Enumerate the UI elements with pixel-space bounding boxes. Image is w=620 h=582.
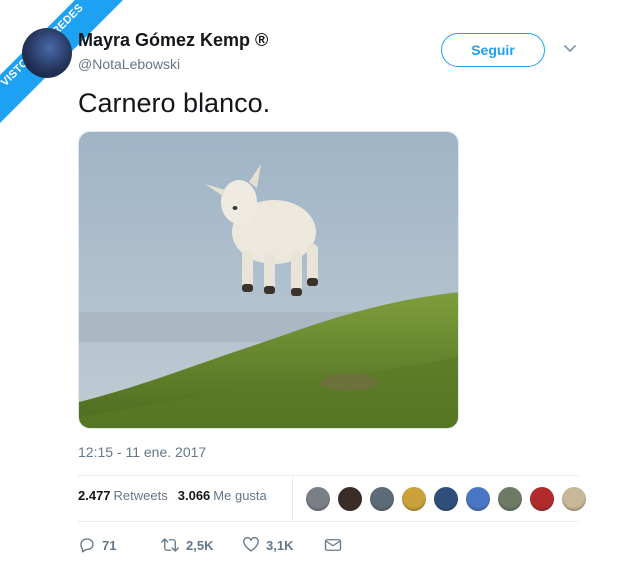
reply-count: 71	[102, 537, 117, 553]
likes-label: Me gusta	[213, 488, 267, 503]
like-action[interactable]: 3,1K	[242, 536, 324, 554]
envelope-icon	[324, 539, 342, 551]
divider-bottom	[78, 521, 579, 522]
retweets-count: 2.477	[78, 488, 111, 503]
lamb-photo	[79, 132, 458, 428]
liker-avatars	[305, 486, 587, 512]
retweet-action[interactable]: 2,5K	[160, 536, 242, 554]
like-count: 3,1K	[266, 537, 294, 553]
chevron-down-icon[interactable]	[563, 44, 577, 54]
heart-icon	[243, 536, 259, 552]
tweet-image[interactable]	[78, 131, 459, 429]
retweet-icon	[161, 538, 179, 552]
action-bar: 71 2,5K 3,1K	[78, 536, 342, 554]
retweet-count: 2,5K	[186, 537, 214, 553]
follow-button[interactable]: Seguir	[441, 33, 545, 67]
liker-avatar[interactable]	[561, 486, 587, 512]
liker-avatar[interactable]	[433, 486, 459, 512]
likes-count: 3.066	[177, 488, 211, 503]
author-avatar[interactable]	[22, 28, 72, 78]
liker-avatar[interactable]	[401, 486, 427, 512]
retweets-stat[interactable]: 2.477 Retweets	[78, 488, 168, 503]
author-handle[interactable]: @NotaLebowski	[78, 56, 180, 72]
liker-avatar[interactable]	[465, 486, 491, 512]
reply-icon	[80, 538, 94, 553]
retweets-label: Retweets	[113, 488, 168, 503]
tweet-text: Carnero blanco.	[78, 88, 271, 118]
message-action[interactable]	[324, 537, 342, 553]
liker-avatar[interactable]	[305, 486, 331, 512]
author-name[interactable]: Mayra Gómez Kemp ®	[78, 30, 268, 51]
tweet-timestamp[interactable]: 12:15 - 11 ene. 2017	[78, 444, 206, 460]
reply-action[interactable]: 71	[78, 536, 160, 554]
liker-avatar[interactable]	[369, 486, 395, 512]
likes-stat[interactable]: 3.066 Me gusta	[178, 488, 267, 503]
engagement-stats: 2.477 Retweets 3.066 Me gusta	[78, 488, 267, 503]
liker-avatar[interactable]	[337, 486, 363, 512]
stats-separator	[292, 476, 293, 520]
liker-avatar[interactable]	[529, 486, 555, 512]
divider-top	[78, 475, 579, 476]
liker-avatar[interactable]	[497, 486, 523, 512]
